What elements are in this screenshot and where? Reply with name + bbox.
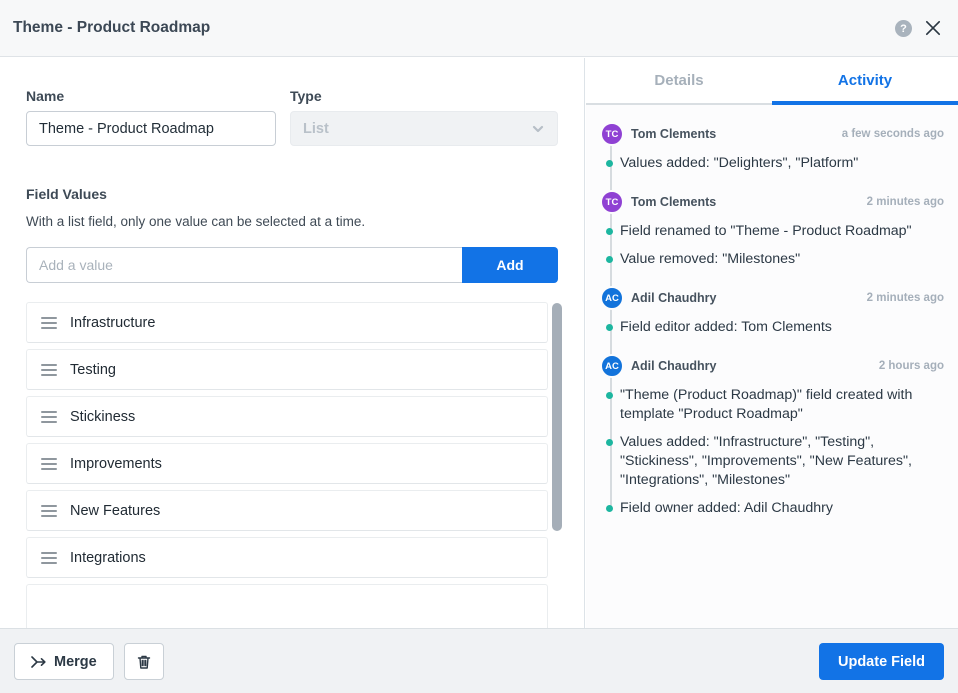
value-row[interactable]: Infrastructure [26, 302, 548, 343]
help-glyph: ? [900, 23, 907, 35]
dialog-header: Theme - Product Roadmap ? [0, 0, 958, 57]
close-icon[interactable] [924, 19, 942, 37]
update-field-button[interactable]: Update Field [819, 643, 944, 680]
dialog-footer: Merge Update Field [0, 628, 958, 693]
avatar: TC [600, 122, 624, 146]
activity-timestamp: 2 hours ago [879, 360, 944, 372]
activity-entry: AC Adil Chaudhry 2 minutes ago Field editor… [600, 287, 944, 337]
field-edit-dialog: Theme - Product Roadmap ? Name Type List… [0, 0, 958, 693]
merge-icon [31, 654, 47, 670]
activity-event: Field editor added: Tom Clements [620, 318, 944, 337]
value-row[interactable]: Testing [26, 349, 548, 390]
value-label: Testing [70, 362, 116, 378]
trash-icon [136, 654, 152, 670]
drag-handle-icon[interactable] [41, 364, 57, 376]
avatar: AC [600, 286, 624, 310]
activity-event: Values added: "Delighters", "Platform" [620, 154, 944, 173]
activity-user-name: Tom Clements [631, 127, 716, 141]
name-input[interactable] [26, 111, 276, 146]
field-values-heading: Field Values [26, 186, 107, 202]
type-value: List [303, 121, 329, 137]
tab-details[interactable]: Details [586, 58, 772, 103]
add-value-row: Add [26, 247, 558, 283]
activity-user-name: Adil Chaudhry [631, 291, 716, 305]
merge-button[interactable]: Merge [14, 643, 114, 680]
value-row[interactable]: New Features [26, 490, 548, 531]
avatar: TC [600, 190, 624, 214]
activity-event: Values added: "Infrastructure", "Testing… [620, 433, 944, 490]
activity-event: "Theme (Product Roadmap)" field created … [620, 386, 944, 424]
activity-event: Value removed: "Milestones" [620, 250, 944, 269]
field-values-hint: With a list field, only one value can be… [26, 214, 365, 229]
activity-entry: AC Adil Chaudhry 2 hours ago "Theme (Produc… [600, 355, 944, 518]
drag-handle-icon[interactable] [41, 411, 57, 423]
dialog-body: Name Type List Field Values With a list … [0, 58, 958, 628]
activity-timestamp: a few seconds ago [842, 128, 944, 140]
drag-handle-icon[interactable] [41, 317, 57, 329]
activity-event: Field owner added: Adil Chaudhry [620, 499, 944, 518]
activity-timestamp: 2 minutes ago [867, 196, 944, 208]
activity-panel: Details Activity TC Tom Clements a few sec… [586, 58, 958, 628]
value-label: Improvements [70, 456, 162, 472]
value-row[interactable]: Stickiness [26, 396, 548, 437]
value-row[interactable]: Integrations [26, 537, 548, 578]
dialog-title: Theme - Product Roadmap [13, 19, 210, 37]
activity-entry: TC Tom Clements 2 minutes ago Field renamed… [600, 191, 944, 269]
name-label: Name [26, 88, 64, 104]
add-value-input[interactable] [26, 247, 462, 283]
value-row-partial[interactable] [26, 584, 548, 628]
value-label: New Features [70, 503, 160, 519]
field-settings-panel: Name Type List Field Values With a list … [0, 58, 585, 628]
value-row[interactable]: Improvements [26, 443, 548, 484]
panel-tabs: Details Activity [586, 58, 958, 105]
add-value-button[interactable]: Add [462, 247, 558, 283]
tab-activity[interactable]: Activity [772, 58, 958, 103]
activity-timestamp: 2 minutes ago [867, 292, 944, 304]
type-select: List [290, 111, 558, 146]
merge-label: Merge [54, 654, 97, 670]
delete-field-button[interactable] [124, 643, 164, 680]
field-values-list: Infrastructure Testing Stickiness Improveme… [26, 302, 548, 628]
drag-handle-icon[interactable] [41, 552, 57, 564]
activity-feed: TC Tom Clements a few seconds ago Values ad… [586, 105, 958, 628]
value-label: Infrastructure [70, 315, 155, 331]
activity-event: Field renamed to "Theme - Product Roadma… [620, 222, 944, 241]
chevron-down-icon [531, 122, 545, 136]
type-label: Type [290, 88, 322, 104]
list-scrollbar-thumb[interactable] [552, 303, 562, 531]
help-icon[interactable]: ? [895, 20, 912, 37]
activity-entry: TC Tom Clements a few seconds ago Values ad… [600, 123, 944, 173]
drag-handle-icon[interactable] [41, 505, 57, 517]
drag-handle-icon[interactable] [41, 458, 57, 470]
value-label: Integrations [70, 550, 146, 566]
value-label: Stickiness [70, 409, 135, 425]
avatar: AC [600, 354, 624, 378]
activity-user-name: Adil Chaudhry [631, 359, 716, 373]
activity-user-name: Tom Clements [631, 195, 716, 209]
